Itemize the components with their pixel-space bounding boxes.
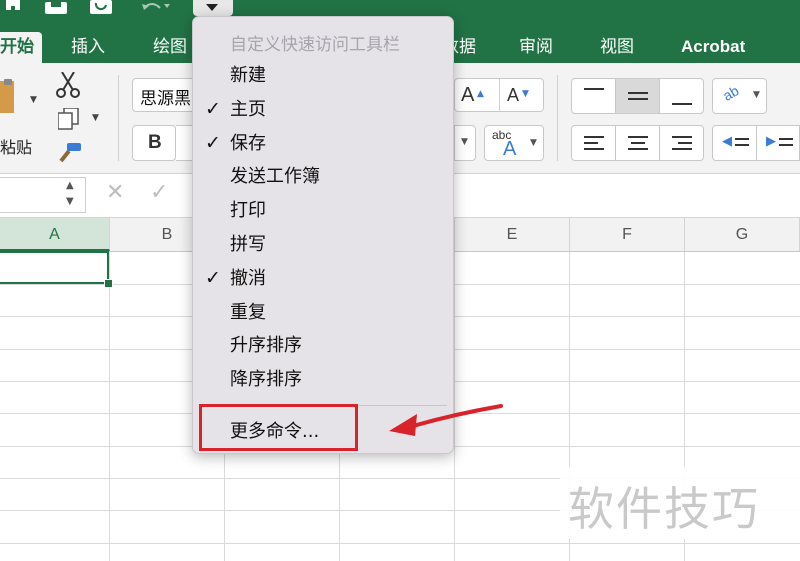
menu-item-label: 打印 [230, 200, 266, 221]
column-header[interactable]: F [570, 218, 685, 251]
align-right-icon[interactable] [659, 125, 704, 161]
menu-item-home[interactable]: ✓ 主页 [199, 93, 447, 126]
check-icon: ✓ [205, 267, 221, 289]
menu-item-label: 重复 [230, 302, 266, 323]
shrink-font-icon: ▼ [522, 89, 529, 99]
align-center-icon[interactable] [615, 125, 660, 161]
fill-handle[interactable] [104, 279, 113, 288]
undo-icon[interactable] [140, 0, 170, 18]
copy-dropdown-icon[interactable]: ▼ [92, 113, 99, 123]
chevron-down-icon: ▼ [461, 137, 468, 147]
font-color-button[interactable]: abc A ▼ [484, 125, 544, 161]
sync-icon[interactable] [90, 0, 112, 18]
save-icon[interactable] [45, 0, 67, 18]
orientation-icon[interactable]: ab ▼ [712, 78, 767, 114]
menu-item-new[interactable]: 新建 [199, 59, 447, 92]
align-left-icon[interactable] [571, 125, 616, 161]
name-box[interactable]: ▲ ▼ [0, 177, 86, 213]
increase-indent-icon[interactable]: ▶ [756, 125, 800, 161]
chevron-down-icon: ▼ [753, 90, 760, 100]
column-header[interactable]: A [0, 218, 110, 251]
menu-item-undo[interactable]: ✓ 撤消 [199, 262, 447, 295]
tab-view[interactable]: 视图 [600, 36, 634, 58]
check-icon: ✓ [205, 98, 221, 120]
bold-label: B [148, 132, 162, 153]
customize-quick-access-menu: 自定义快速访问工具栏 新建 ✓ 主页 ✓ 保存 发送工作簿 打印 拼写 ✓ 撤消… [192, 16, 454, 454]
cancel-icon[interactable]: ✕ [106, 180, 124, 205]
menu-item-label: 拼写 [230, 234, 266, 255]
menu-item-label: 新建 [230, 65, 266, 86]
column-header[interactable]: G [685, 218, 800, 251]
name-box-up-icon[interactable]: ▲ [66, 180, 74, 191]
menu-item-sort-ascending[interactable]: 升序排序 [199, 329, 447, 362]
tab-draw[interactable]: 绘图 [153, 36, 187, 58]
menu-item-label: 发送工作簿 [230, 166, 320, 187]
tab-insert[interactable]: 插入 [71, 36, 105, 58]
menu-item-label: 升序排序 [230, 335, 302, 356]
tab-acrobat[interactable]: Acrobat [681, 36, 745, 58]
paste-icon[interactable] [0, 79, 18, 117]
grow-font-icon: ▲ [477, 89, 484, 99]
menu-item-spelling[interactable]: 拼写 [199, 228, 447, 261]
menu-item-label: 撤消 [230, 268, 266, 289]
menu-header: 自定义快速访问工具栏 [230, 35, 400, 55]
menu-item-save[interactable]: ✓ 保存 [199, 127, 447, 160]
format-painter-icon[interactable] [57, 143, 83, 169]
annotation-arrow-icon [389, 404, 503, 436]
tab-home[interactable]: 开始 [0, 32, 42, 63]
align-middle-icon[interactable] [615, 78, 660, 114]
watermark: 软件技巧 [560, 467, 800, 539]
ribbon-separator [118, 75, 119, 161]
menu-item-label: 主页 [230, 99, 266, 120]
bold-button[interactable]: B [132, 125, 176, 161]
column-header[interactable]: E [455, 218, 570, 251]
check-icon: ✓ [205, 132, 221, 154]
menu-item-print[interactable]: 打印 [199, 194, 447, 227]
menu-item-redo[interactable]: 重复 [199, 296, 447, 329]
menu-item-label: 保存 [230, 133, 266, 154]
shrink-font-button[interactable]: A [507, 85, 519, 106]
align-top-icon[interactable] [571, 78, 616, 114]
font-size-buttons: A ▲ A ▼ [454, 78, 544, 112]
watermark-text: 软件技巧 [568, 482, 760, 536]
menu-item-label: 降序排序 [230, 369, 302, 390]
menu-item-sort-descending[interactable]: 降序排序 [199, 363, 447, 396]
confirm-icon[interactable]: ✓ [150, 180, 168, 205]
customize-dropdown-icon[interactable] [193, 0, 233, 16]
paste-label[interactable]: 粘贴 [0, 134, 32, 158]
align-bottom-icon[interactable] [659, 78, 704, 114]
font-color-icon: A [503, 138, 517, 160]
cut-icon[interactable] [56, 71, 80, 102]
copy-icon[interactable] [57, 107, 80, 134]
highlight-box [199, 404, 358, 451]
name-box-down-icon[interactable]: ▼ [66, 196, 74, 207]
home-icon[interactable] [6, 0, 20, 18]
ribbon-separator [557, 75, 558, 161]
font-size-dropdown[interactable]: ▼ [454, 125, 476, 161]
font-name-value: 思源黑 [140, 89, 191, 109]
tab-review[interactable]: 审阅 [519, 36, 553, 58]
paste-dropdown-icon[interactable]: ▼ [30, 95, 37, 105]
active-cell[interactable] [0, 251, 109, 284]
chevron-down-icon: ▼ [530, 138, 537, 148]
decrease-indent-icon[interactable]: ◀ [712, 125, 757, 161]
grow-font-button[interactable]: A [461, 84, 474, 107]
button-divider [499, 79, 500, 111]
menu-item-send-workbook[interactable]: 发送工作簿 [199, 160, 447, 193]
